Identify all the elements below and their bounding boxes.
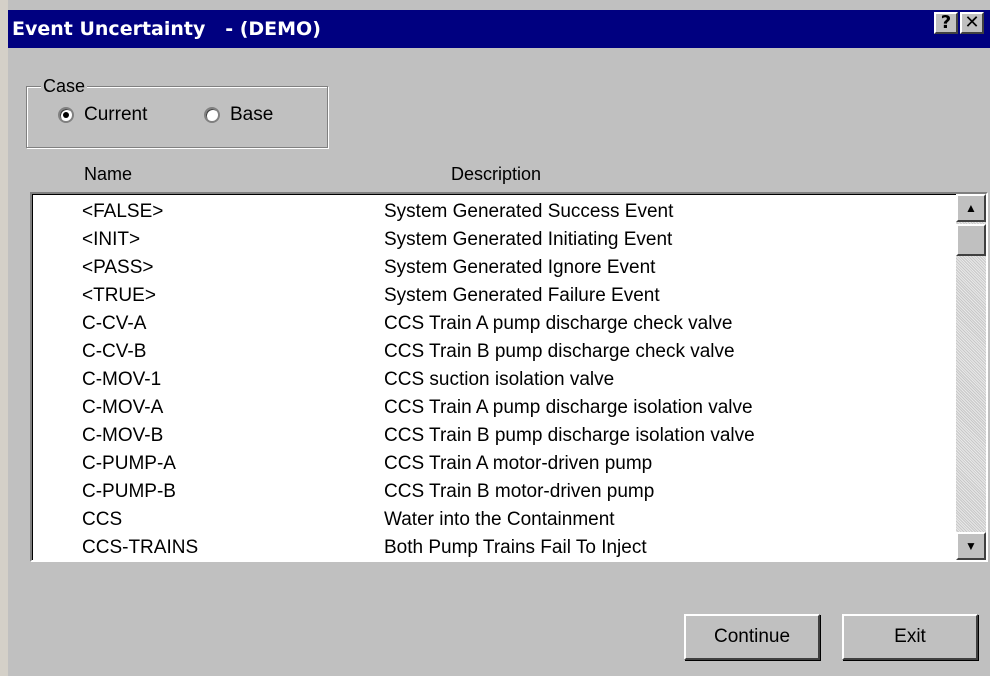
event-name: C-MOV-1 [82, 369, 162, 390]
arrow-up-icon: ▲ [965, 201, 977, 215]
exit-button[interactable]: Exit [842, 614, 978, 660]
event-description: CCS Train B motor-driven pump [384, 481, 655, 502]
event-name: CCS [82, 509, 123, 530]
event-name: C-PUMP-A [82, 453, 176, 474]
event-description: CCS Train A pump discharge check valve [384, 313, 733, 334]
event-description: System Generated Ignore Event [384, 257, 656, 278]
list-item[interactable]: C-MOV-A CCS Train A pump discharge isolat… [32, 394, 960, 422]
event-uncertainty-dialog: Event Uncertainty - (DEMO) ? ✕ Case Curr… [0, 0, 990, 676]
event-name: C-CV-A [82, 313, 147, 334]
radio-selected-dot [63, 112, 69, 118]
scroll-thumb[interactable] [956, 224, 986, 256]
event-name: C-PUMP-B [82, 481, 176, 502]
event-name: C-CV-B [82, 341, 147, 362]
event-name: <PASS> [82, 257, 154, 278]
list-item[interactable]: C-CV-A CCS Train A pump discharge check v… [32, 310, 960, 338]
event-description: System Generated Initiating Event [384, 229, 673, 250]
radio-base[interactable]: Base [204, 104, 273, 126]
event-name: C-MOV-A [82, 397, 164, 418]
column-header-description[interactable]: Description [451, 164, 541, 185]
event-description: Water into the Containment [384, 509, 615, 530]
radio-base-indicator[interactable] [204, 107, 220, 123]
list-item[interactable]: C-PUMP-B CCS Train B motor-driven pump [32, 478, 960, 506]
event-name: <TRUE> [82, 285, 156, 306]
list-item[interactable]: CCS-TRAINS Both Pump Trains Fail To Injec… [32, 534, 960, 560]
event-description: CCS suction isolation valve [384, 369, 615, 390]
list-item[interactable]: C-MOV-1 CCS suction isolation valve [32, 366, 960, 394]
continue-button[interactable]: Continue [684, 614, 820, 660]
list-item[interactable]: <TRUE> System Generated Failure Event [32, 282, 960, 310]
close-button[interactable]: ✕ [960, 12, 984, 34]
radio-base-label: Base [230, 104, 274, 125]
vertical-scrollbar[interactable]: ▲ ▼ [956, 194, 986, 560]
column-header-name[interactable]: Name [84, 164, 132, 185]
list-item[interactable]: <PASS> System Generated Ignore Event [32, 254, 960, 282]
list-item[interactable]: C-CV-B CCS Train B pump discharge check v… [32, 338, 960, 366]
event-description: System Generated Success Event [384, 201, 674, 222]
event-description: Both Pump Trains Fail To Inject [384, 537, 647, 558]
close-icon: ✕ [964, 12, 980, 33]
event-description: CCS Train B pump discharge isolation val… [384, 425, 755, 446]
event-description: CCS Train A motor-driven pump [384, 453, 653, 474]
scroll-up-button[interactable]: ▲ [956, 194, 986, 222]
radio-current-label: Current [84, 104, 148, 125]
event-name: C-MOV-B [82, 425, 164, 446]
help-button[interactable]: ? [934, 12, 958, 34]
case-legend: Case [41, 76, 88, 97]
event-listbox[interactable]: <FALSE> System Generated Success Event <IN… [30, 192, 988, 562]
radio-current[interactable]: Current [58, 104, 147, 126]
list-item[interactable]: C-PUMP-A CCS Train A motor-driven pump [32, 450, 960, 478]
event-name: CCS-TRAINS [82, 537, 199, 558]
event-name: <INIT> [82, 229, 141, 250]
list-item[interactable]: C-MOV-B CCS Train B pump discharge isolat… [32, 422, 960, 450]
event-name: <FALSE> [82, 201, 164, 222]
event-description: System Generated Failure Event [384, 285, 660, 306]
event-description: CCS Train B pump discharge check valve [384, 341, 735, 362]
help-icon: ? [940, 12, 952, 33]
scroll-down-button[interactable]: ▼ [956, 532, 986, 560]
arrow-down-icon: ▼ [965, 539, 977, 553]
list-item[interactable]: <INIT> System Generated Initiating Event [32, 226, 960, 254]
radio-current-indicator[interactable] [58, 107, 74, 123]
event-description: CCS Train A pump discharge isolation val… [384, 397, 753, 418]
window-title: Event Uncertainty - (DEMO) [8, 10, 990, 48]
list-item[interactable]: CCS Water into the Containment [32, 506, 960, 534]
list-item[interactable]: <FALSE> System Generated Success Event [32, 198, 960, 226]
